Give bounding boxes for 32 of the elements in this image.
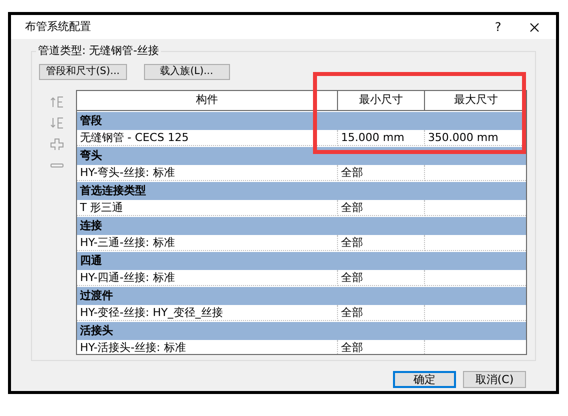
table-cell[interactable]: 350.000 mm (424, 130, 526, 146)
category-row[interactable]: 四通 (76, 252, 526, 270)
table-cell[interactable]: HY-活接头-丝接: 标准 (76, 340, 338, 354)
table-cell[interactable]: 全部 (338, 270, 425, 286)
table-cell[interactable]: 全部 (338, 340, 425, 354)
help-button[interactable]: ? (488, 18, 508, 36)
table-cell[interactable]: 全部 (338, 165, 425, 181)
column-header[interactable]: 构件 (76, 91, 338, 110)
add-icon[interactable] (50, 138, 64, 150)
window-title: 布管系统配置 (25, 18, 92, 35)
table-cell[interactable]: 全部 (338, 200, 425, 216)
table-cell[interactable]: HY-四通-丝接: 标准 (76, 270, 338, 286)
table-cell[interactable]: HY-三通-丝接: 标准 (76, 235, 338, 251)
table-cell[interactable]: 15.000 mm (338, 130, 425, 146)
move-down-icon[interactable] (50, 117, 64, 129)
table-cell[interactable]: 全部 (338, 235, 425, 251)
category-row[interactable]: 首选连接类型 (76, 182, 526, 200)
table-cell[interactable]: T 形三通 (76, 200, 338, 216)
table-cell[interactable]: 全部 (338, 305, 425, 321)
toolbar-button[interactable]: 管段和尺寸(S)... (39, 64, 127, 80)
dialog-button[interactable]: 取消(C) (463, 371, 526, 388)
column-header[interactable]: 最小尺寸 (338, 91, 425, 110)
table-cell[interactable]: 无缝钢管 - CECS 125 (76, 130, 338, 146)
column-header[interactable]: 最大尺寸 (424, 91, 526, 110)
category-row[interactable]: 活接头 (76, 322, 526, 340)
table-cell[interactable]: HY-弯头-丝接: 标准 (76, 165, 338, 181)
dialog-button[interactable]: 确定 (393, 371, 456, 388)
category-row[interactable]: 连接 (76, 217, 526, 235)
category-row[interactable]: 过渡件 (76, 287, 526, 305)
move-up-icon[interactable] (50, 96, 64, 108)
toolbar-button[interactable]: 载入族(L)... (144, 64, 230, 80)
table-cell[interactable]: HY-变径-丝接: HY_变径_丝接 (76, 305, 338, 321)
